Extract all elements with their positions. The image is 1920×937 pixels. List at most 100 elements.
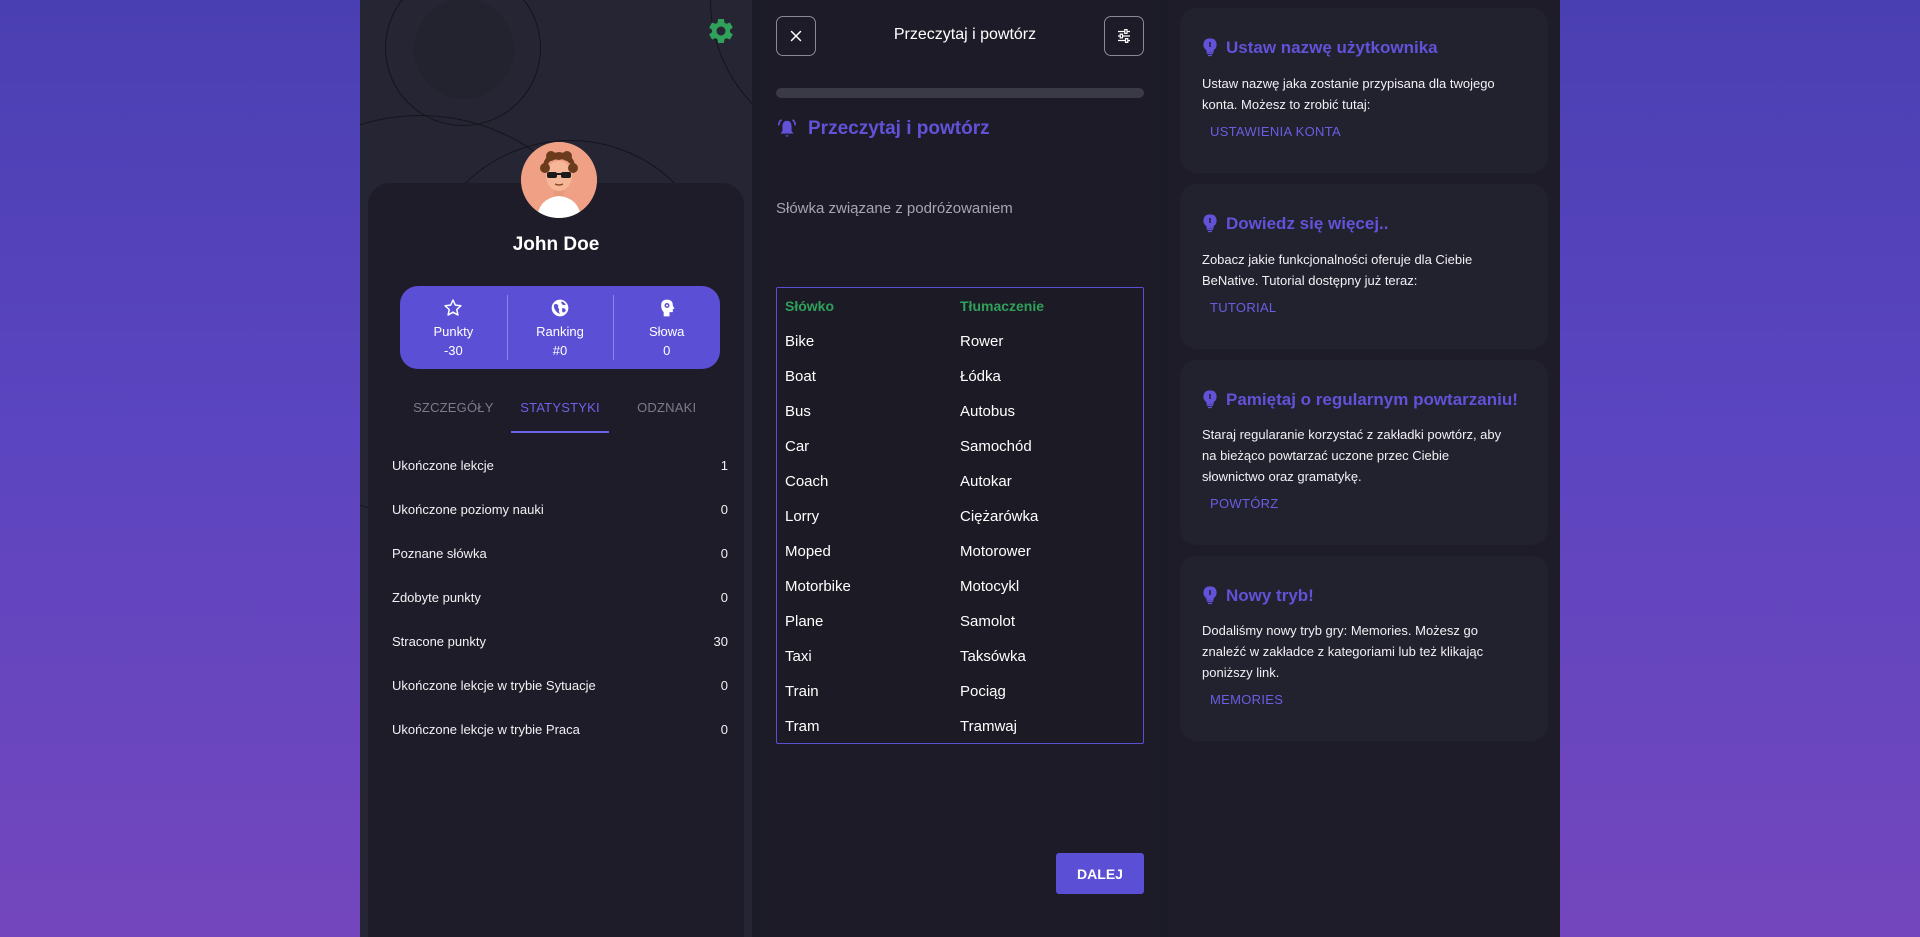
translation-cell: Autobus — [960, 403, 1016, 420]
next-button[interactable]: DALEJ — [1056, 853, 1144, 894]
tip-text: Zobacz jakie funkcjonalności oferuje dla… — [1202, 249, 1542, 291]
word-cell: Train — [785, 683, 819, 700]
settings-gear-icon[interactable] — [706, 16, 736, 46]
tab-details[interactable]: SZCZEGÓŁY — [400, 396, 507, 434]
tip-card-username: Ustaw nazwę użytkownika Ustaw nazwę jaka… — [1180, 8, 1548, 173]
memories-link[interactable]: MEMORIES — [1210, 692, 1283, 707]
tip-title: Nowy tryb! — [1202, 586, 1314, 606]
stat-row-label: Zdobyte punkty — [392, 590, 481, 605]
star-icon — [444, 298, 462, 316]
tip-text: Staraj regularanie korzystać z zakładki … — [1202, 424, 1542, 487]
stat-row-label: Ukończone lekcje — [392, 458, 494, 473]
list-item: Stracone punkty 30 — [392, 634, 728, 678]
column-header-word: Słówko — [785, 298, 835, 314]
stat-row-value: 0 — [720, 502, 728, 517]
tip-text-line: konta. Możesz to zrobić tutaj: — [1202, 97, 1371, 112]
lightbulb-icon — [1203, 214, 1217, 233]
word-cell: Boat — [785, 368, 816, 385]
translation-cell: Motorower — [960, 543, 1031, 560]
user-name: John Doe — [512, 234, 600, 255]
translation-cell: Motocykl — [960, 578, 1020, 595]
tip-text-line: Zobacz jakie funkcjonalności oferuje dla… — [1202, 252, 1473, 267]
list-item: Ukończone lekcje w trybie Sytuacje 0 — [392, 678, 728, 722]
stat-row-label: Ukończone lekcje w trybie Sytuacje — [392, 678, 596, 693]
stat-points: Punkty -30 — [400, 286, 507, 369]
stat-value: 0 — [663, 342, 671, 358]
tip-text-line: na bieżąco powtarzać uczone przec Ciebie — [1202, 448, 1450, 463]
translation-cell: Taksówka — [960, 648, 1026, 665]
account-settings-link[interactable]: USTAWIENIA KONTA — [1210, 124, 1341, 139]
tip-text-line: poniższy link. — [1202, 665, 1280, 680]
close-button[interactable] — [776, 16, 816, 56]
tip-text-line: BeNative. Tutorial dostępny już teraz: — [1202, 273, 1418, 288]
profile-tabs: SZCZEGÓŁY STATYSTYKI ODZNAKI — [400, 396, 720, 434]
table-header-row: Słówko Tłumaczenie — [777, 288, 1143, 324]
tab-badges[interactable]: ODZNAKI — [613, 396, 720, 434]
table-row: Plane Samolot — [777, 604, 1143, 639]
tip-text-line: słownictwo oraz gramatykę. — [1202, 469, 1362, 484]
word-cell: Taxi — [785, 648, 812, 665]
tips-panel: Ustaw nazwę użytkownika Ustaw nazwę jaka… — [1168, 0, 1560, 937]
statistics-list: Ukończone lekcje 1 Ukończone poziomy nauk… — [392, 458, 728, 766]
word-cell: Motorbike — [785, 578, 851, 595]
translation-cell: Ciężarówka — [960, 508, 1039, 525]
tip-title: Pamiętaj o regularnym powtarzaniu! — [1202, 390, 1518, 410]
stat-value: #0 — [552, 342, 568, 358]
stat-row-label: Poznane słówka — [392, 546, 487, 561]
section-title-text: Przeczytaj i powtórz — [808, 118, 990, 139]
stat-row-label: Ukończone lekcje w trybie Praca — [392, 722, 580, 737]
lesson-progress-bar — [776, 88, 1144, 98]
list-item: Ukończone lekcje 1 — [392, 458, 728, 502]
word-cell: Bike — [785, 333, 815, 350]
translation-cell: Samochód — [960, 438, 1032, 455]
table-row: Lorry Ciężarówka — [777, 499, 1143, 534]
stat-words: Słowa 0 — [613, 286, 720, 369]
stat-label: Punkty — [433, 323, 474, 339]
word-cell: Coach — [785, 473, 829, 490]
list-item: Ukończone poziomy nauki 0 — [392, 502, 728, 546]
list-item: Ukończone lekcje w trybie Praca 0 — [392, 722, 728, 766]
brain-icon — [660, 299, 675, 316]
tip-text: Ustaw nazwę jaka zostanie przypisana dla… — [1202, 73, 1542, 115]
avatar — [521, 142, 597, 218]
stat-row-label: Stracone punkty — [392, 634, 486, 649]
table-row: Boat Łódka — [777, 359, 1143, 394]
lightbulb-icon — [1203, 38, 1217, 57]
tutorial-link[interactable]: TUTORIAL — [1210, 300, 1276, 315]
stat-row-value: 0 — [720, 590, 728, 605]
close-icon — [790, 30, 802, 42]
stat-row-value: 30 — [713, 634, 728, 649]
stat-label: Słowa — [648, 323, 685, 339]
sliders-icon — [1118, 29, 1130, 43]
table-row: Train Pociąg — [777, 674, 1143, 709]
stat-value: -30 — [443, 342, 463, 358]
table-row: Taxi Taksówka — [777, 639, 1143, 674]
repeat-link[interactable]: POWTÓRZ — [1210, 496, 1279, 511]
word-cell: Car — [785, 438, 810, 455]
stat-row-label: Ukończone poziomy nauki — [392, 502, 544, 517]
tab-statistics[interactable]: STATYSTYKI — [507, 396, 614, 434]
stats-summary: Punkty -30 Ranking #0 Słowa 0 — [400, 286, 720, 369]
globe-icon — [551, 299, 569, 316]
lightbulb-icon — [1203, 586, 1217, 605]
table-row: Motorbike Motocykl — [777, 569, 1143, 604]
table-row: Bus Autobus — [777, 394, 1143, 429]
word-cell: Moped — [785, 543, 831, 560]
list-item: Zdobyte punkty 0 — [392, 590, 728, 634]
tip-card-learn-more: Dowiedz się więcej.. Zobacz jakie funkcj… — [1180, 184, 1548, 349]
translation-cell: Samolot — [960, 613, 1016, 630]
table-row: Coach Autokar — [777, 464, 1143, 499]
lightbulb-icon — [1203, 390, 1217, 409]
translation-cell: Pociąg — [960, 683, 1006, 700]
table-row: Bike Rower — [777, 324, 1143, 359]
tip-text-line: Staraj regularanie korzystać z zakładki … — [1202, 427, 1502, 442]
tip-title-text: Ustaw nazwę użytkownika — [1226, 38, 1438, 57]
translation-cell: Łódka — [960, 368, 1001, 385]
tip-text-line: Dodaliśmy nowy tryb gry: Memories. Możes… — [1202, 623, 1478, 638]
options-button[interactable] — [1104, 16, 1144, 56]
tip-title: Ustaw nazwę użytkownika — [1202, 38, 1438, 58]
decorative-circle — [385, 0, 541, 126]
table-row: Tram Tramwaj — [777, 709, 1143, 744]
word-table: Słówko Tłumaczenie Bike Rower Boat Łódka B… — [776, 287, 1144, 744]
tip-card-repetition: Pamiętaj o regularnym powtarzaniu! Stara… — [1180, 360, 1548, 545]
